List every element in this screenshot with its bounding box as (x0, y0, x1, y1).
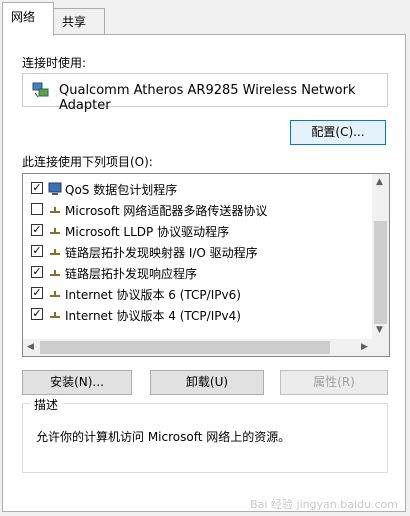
list-item[interactable]: ✓ Microsoft LLDP 协议驱动程序 (23, 220, 373, 241)
item-label: Microsoft 网络适配器多路传送器协议 (65, 204, 268, 218)
protocol-icon (50, 312, 60, 318)
tab-bar: 网络 共享 (0, 0, 410, 36)
item-checkbox[interactable] (31, 203, 43, 215)
adapter-name: Qualcomm Atheros AR9285 Wireless Network… (59, 83, 356, 113)
list-item[interactable]: ✓ 链路层拓扑发现映射器 I/O 驱动程序 (23, 241, 373, 262)
horizontal-scrollbar[interactable]: ◀ ▶ (23, 339, 389, 356)
item-checkbox[interactable]: ✓ (31, 245, 43, 257)
list-item[interactable]: ✓ QoS 数据包计划程序 (23, 178, 373, 199)
description-text: 允许你的计算机访问 Microsoft 网络上的资源。 (36, 430, 291, 444)
protocol-icon (50, 207, 60, 213)
connect-using-label: 连接时使用: (22, 56, 87, 70)
item-checkbox[interactable]: ✓ (31, 182, 43, 194)
tab-sharing[interactable]: 共享 (53, 8, 105, 34)
item-label: 链路层拓扑发现映射器 I/O 驱动程序 (65, 246, 258, 260)
item-label: 链路层拓扑发现响应程序 (65, 267, 198, 281)
tab-network[interactable]: 网络 (2, 2, 54, 36)
list-item[interactable]: ✓ 链路层拓扑发现响应程序 (23, 262, 373, 283)
scroll-right-icon[interactable]: ▶ (361, 342, 368, 352)
properties-button[interactable]: 属性(R) (280, 370, 388, 395)
components-list[interactable]: ✓ QoS 数据包计划程序 Microsoft 网络适配器多路传送器协议 ✓ M… (22, 173, 390, 357)
list-item[interactable]: ✓ Internet 协议版本 4 (TCP/IPv4) (23, 304, 373, 325)
install-button[interactable]: 安装(N)... (22, 370, 132, 395)
watermark: Bai 经验 jingyan.baidu.com (250, 498, 398, 511)
vertical-scroll-thumb[interactable] (374, 221, 387, 324)
qos-monitor-icon (48, 182, 62, 195)
scroll-left-icon[interactable]: ◀ (27, 342, 34, 352)
list-item[interactable]: Microsoft 网络适配器多路传送器协议 (23, 199, 373, 220)
adapter-box: Qualcomm Atheros AR9285 Wireless Network… (22, 73, 388, 113)
item-label: Internet 协议版本 6 (TCP/IPv6) (65, 288, 241, 302)
network-adapter-icon (32, 82, 49, 98)
vertical-scrollbar[interactable]: ▲ ▼ (372, 174, 389, 339)
horizontal-scroll-thumb[interactable] (40, 341, 330, 354)
configure-button[interactable]: 配置(C)... (290, 120, 386, 145)
item-label: QoS 数据包计划程序 (65, 183, 178, 197)
item-checkbox[interactable]: ✓ (31, 287, 43, 299)
items-label: 此连接使用下列项目(O): (22, 155, 153, 169)
protocol-icon (50, 228, 60, 234)
item-label: Internet 协议版本 4 (TCP/IPv4) (65, 309, 241, 323)
description-title: 描述 (30, 396, 63, 413)
scroll-down-icon[interactable]: ▼ (376, 325, 383, 335)
uninstall-button[interactable]: 卸载(U) (150, 370, 264, 395)
protocol-icon (50, 291, 60, 297)
protocol-icon (50, 249, 60, 255)
scroll-up-icon[interactable]: ▲ (376, 177, 383, 187)
item-checkbox[interactable]: ✓ (31, 266, 43, 278)
list-item[interactable]: ✓ Internet 协议版本 6 (TCP/IPv6) (23, 283, 373, 304)
item-checkbox[interactable]: ✓ (31, 224, 43, 236)
protocol-icon (50, 270, 60, 276)
item-checkbox[interactable]: ✓ (31, 308, 43, 320)
item-label: Microsoft LLDP 协议驱动程序 (65, 225, 230, 239)
